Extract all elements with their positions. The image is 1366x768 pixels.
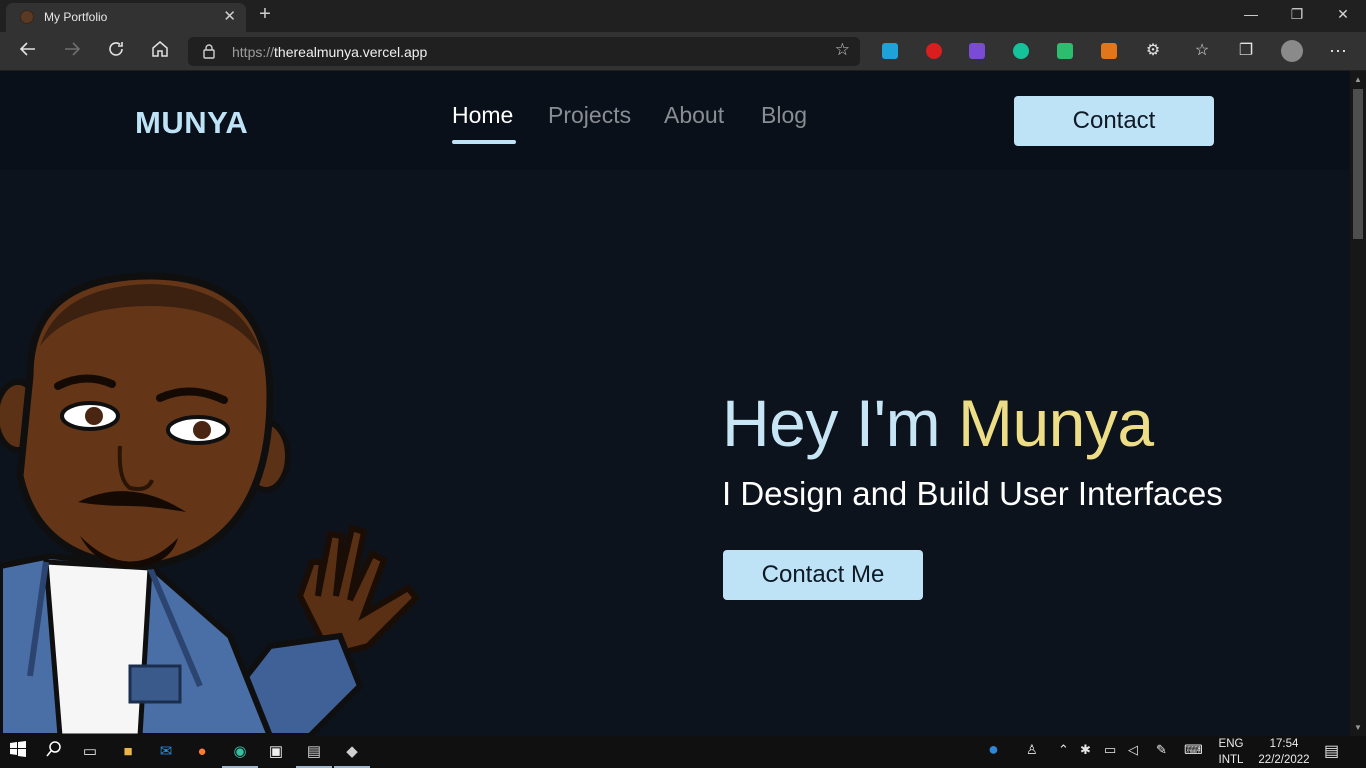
hero-heading: Hey I'm Munya [722,385,1154,461]
notifications-icon[interactable]: ▤ [1324,741,1339,761]
task-view-icon[interactable]: ▭ [78,740,102,764]
contact-me-button[interactable]: Contact Me [723,550,923,600]
favorites-icon[interactable]: ☆ [1190,39,1214,63]
browser-toolbar: https://therealmunya.vercel.app ☆ ⚙ ☆ ❐ … [0,32,1366,71]
app-icon[interactable]: ◆ [334,740,370,768]
hero-subtitle: I Design and Build User Interfaces [722,475,1223,512]
browser-tab[interactable]: My Portfolio ✕ [6,3,246,32]
windows-taskbar: ▭ ■ ✉ ● ◉ ▣ ▤ ◆ ● ♙ ⌃ ✱ ▭ ◁ ✎ ⌨ ENG INTL… [0,736,1366,768]
extension-grammarly-icon[interactable] [1013,43,1029,59]
extension-clipper-icon[interactable] [1057,43,1073,59]
firefox-icon[interactable]: ● [190,740,214,764]
collections-icon[interactable]: ❐ [1234,39,1258,63]
new-tab-button[interactable]: + [254,3,276,27]
tab-close-icon[interactable]: ✕ [223,7,236,25]
url-host: therealmunya.vercel.app [274,44,428,60]
portfolio-page: MUNYA Home Projects About Blog Contact H… [0,71,1350,736]
site-logo[interactable]: MUNYA [135,105,248,141]
add-favorite-icon[interactable]: ☆ [835,40,850,60]
profile-avatar[interactable] [1280,39,1304,63]
store-icon[interactable]: ▣ [264,740,288,764]
clock-time: 17:54 [1269,738,1299,750]
nav-link-home[interactable]: Home [452,102,513,129]
contact-button[interactable]: Contact [1014,96,1214,146]
bluetooth-icon[interactable]: ✱ [1080,742,1091,758]
help-icon[interactable]: ● [988,739,999,760]
scroll-up-icon[interactable]: ▲ [1350,75,1366,84]
minimize-button[interactable]: — [1228,6,1274,22]
address-bar[interactable]: https://therealmunya.vercel.app ☆ [188,37,860,66]
tab-title: My Portfolio [44,10,108,24]
start-icon[interactable] [6,740,30,764]
close-window-button[interactable]: ✕ [1320,6,1366,23]
terminal-icon[interactable]: ▤ [296,740,332,768]
url-scheme: https:// [232,44,275,60]
scroll-down-icon[interactable]: ▼ [1350,723,1366,732]
avatar-illustration [0,272,421,736]
people-icon[interactable]: ♙ [1026,742,1038,758]
active-nav-indicator [452,140,516,144]
network-icon[interactable]: ▭ [1104,742,1116,758]
refresh-icon[interactable] [104,39,128,63]
forward-icon[interactable] [60,39,84,63]
site-navbar: MUNYA Home Projects About Blog Contact [0,71,1350,170]
nav-link-projects[interactable]: Projects [548,102,631,129]
extensions-icon[interactable]: ⚙ [1141,39,1165,63]
search-icon[interactable] [42,740,66,764]
scrollbar-thumb[interactable] [1353,89,1363,239]
tab-strip: My Portfolio ✕ + — ❐ ✕ [0,0,1366,32]
volume-icon[interactable]: ◁ [1128,742,1138,758]
keyboard-layout: INTL [1218,754,1244,766]
home-icon[interactable] [148,39,172,63]
show-hidden-icons-chevron-icon[interactable]: ⌃ [1058,742,1069,758]
nav-link-about[interactable]: About [664,102,724,129]
hero-name: Munya [957,386,1154,460]
more-menu-icon[interactable]: ⋯ [1326,39,1350,63]
lock-icon[interactable] [202,43,216,59]
pen-icon[interactable]: ✎ [1156,742,1167,758]
nav-link-blog[interactable]: Blog [761,102,807,129]
favicon-icon [20,10,34,24]
browser-window: My Portfolio ✕ + — ❐ ✕ https://therealmu… [0,0,1366,71]
keyboard-icon[interactable]: ⌨ [1184,742,1203,758]
page-scrollbar[interactable]: ▲ ▼ [1350,71,1366,736]
system-clock[interactable]: 17:54 22/2/2022 [1254,736,1314,768]
mail-icon[interactable]: ✉ [154,740,178,764]
back-icon[interactable] [16,39,40,63]
url-text: https://therealmunya.vercel.app [232,44,427,60]
maximize-button[interactable]: ❐ [1274,6,1320,23]
clock-date: 22/2/2022 [1258,754,1310,766]
extension-adblock-icon[interactable] [926,43,942,59]
language-code: ENG [1218,738,1244,750]
hero-greeting: Hey I'm [722,386,958,460]
language-indicator[interactable]: ENG INTL [1216,736,1246,768]
edge-icon[interactable]: ◉ [222,740,258,768]
extension-colorzilla-icon[interactable] [969,43,985,59]
extension-translate-icon[interactable] [882,43,898,59]
file-explorer-icon[interactable]: ■ [116,740,140,764]
extension-metamask-icon[interactable] [1101,43,1117,59]
